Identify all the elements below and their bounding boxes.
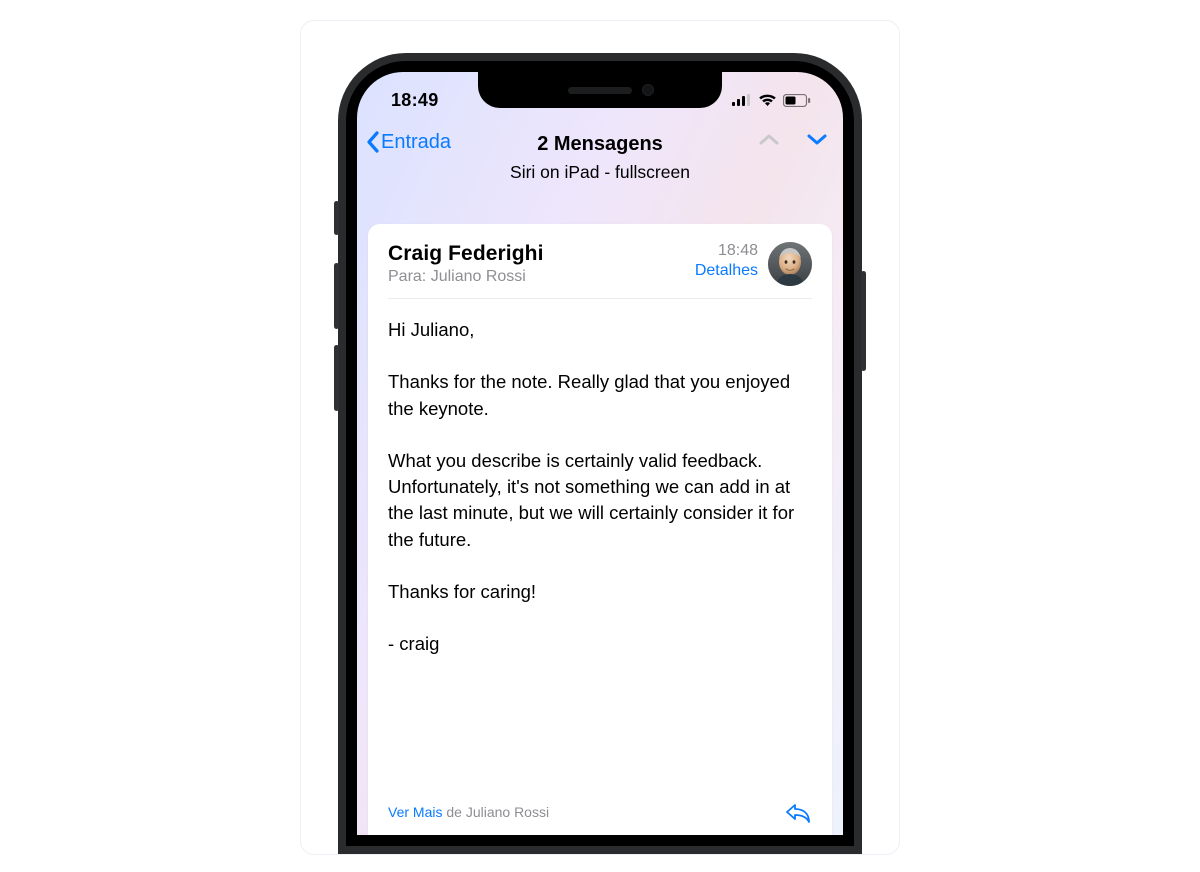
details-button[interactable]: Detalhes bbox=[695, 262, 758, 280]
chevron-down-icon bbox=[805, 132, 829, 147]
phone-frame: 18:49 bbox=[338, 53, 862, 854]
message-body[interactable]: Hi Juliano, Thanks for the note. Really … bbox=[388, 299, 812, 775]
wifi-icon bbox=[758, 93, 777, 107]
body-line: Thanks for caring! bbox=[388, 579, 812, 605]
message-footer: Ver Mais de Juliano Rossi bbox=[388, 775, 812, 823]
prev-message-button[interactable] bbox=[757, 132, 781, 147]
phone-speaker bbox=[568, 87, 632, 94]
message-card: Craig Federighi Para: Juliano Rossi 18:4… bbox=[368, 224, 832, 835]
recipient-name[interactable]: Juliano Rossi bbox=[431, 268, 526, 285]
phone-notch bbox=[478, 72, 722, 108]
see-more-label: Ver Mais bbox=[388, 804, 442, 820]
phone-bezel: 18:49 bbox=[346, 61, 854, 846]
body-line: - craig bbox=[388, 631, 812, 657]
body-line: Hi Juliano, bbox=[388, 317, 812, 343]
recipient-line: Para: Juliano Rossi bbox=[388, 268, 544, 286]
message-from-block: Craig Federighi Para: Juliano Rossi bbox=[388, 242, 544, 286]
back-button[interactable]: Entrada bbox=[365, 130, 451, 154]
nav-arrows bbox=[757, 132, 829, 147]
message-meta: 18:48 Detalhes bbox=[695, 242, 812, 286]
status-icons bbox=[732, 93, 811, 107]
phone-front-camera bbox=[642, 84, 654, 96]
chevron-left-icon bbox=[365, 130, 380, 154]
sender-name[interactable]: Craig Federighi bbox=[388, 242, 544, 266]
nav-subtitle: Siri on iPad - fullscreen bbox=[369, 162, 831, 183]
phone-side-button bbox=[861, 271, 866, 371]
phone-screen: 18:49 bbox=[357, 72, 843, 835]
status-time: 18:49 bbox=[391, 90, 439, 111]
outer-card: 18:49 bbox=[300, 20, 900, 855]
message-time: 18:48 bbox=[695, 242, 758, 260]
next-message-button[interactable] bbox=[805, 132, 829, 147]
battery-icon bbox=[783, 94, 811, 107]
sender-avatar[interactable] bbox=[768, 242, 812, 286]
see-more-button[interactable]: Ver Mais de Juliano Rossi bbox=[388, 804, 549, 820]
see-more-suffix: de Juliano Rossi bbox=[442, 804, 549, 820]
recipient-label: Para: bbox=[388, 268, 426, 285]
reply-button[interactable] bbox=[784, 801, 812, 823]
message-meta-col: 18:48 Detalhes bbox=[695, 242, 758, 280]
phone-volume-down bbox=[334, 345, 339, 411]
nav-header: Entrada 2 Mensagens Siri on iPad - fulls… bbox=[357, 124, 843, 193]
chevron-up-icon bbox=[757, 132, 781, 147]
body-line: What you describe is certainly valid fee… bbox=[388, 448, 812, 553]
phone-volume-up bbox=[334, 263, 339, 329]
body-line: Thanks for the note. Really glad that yo… bbox=[388, 369, 812, 422]
cellular-icon bbox=[732, 94, 752, 106]
phone-mute-switch bbox=[334, 201, 339, 235]
message-header: Craig Federighi Para: Juliano Rossi 18:4… bbox=[388, 242, 812, 299]
canvas: 18:49 bbox=[0, 0, 1200, 872]
back-label: Entrada bbox=[381, 131, 451, 154]
reply-icon bbox=[784, 801, 812, 823]
